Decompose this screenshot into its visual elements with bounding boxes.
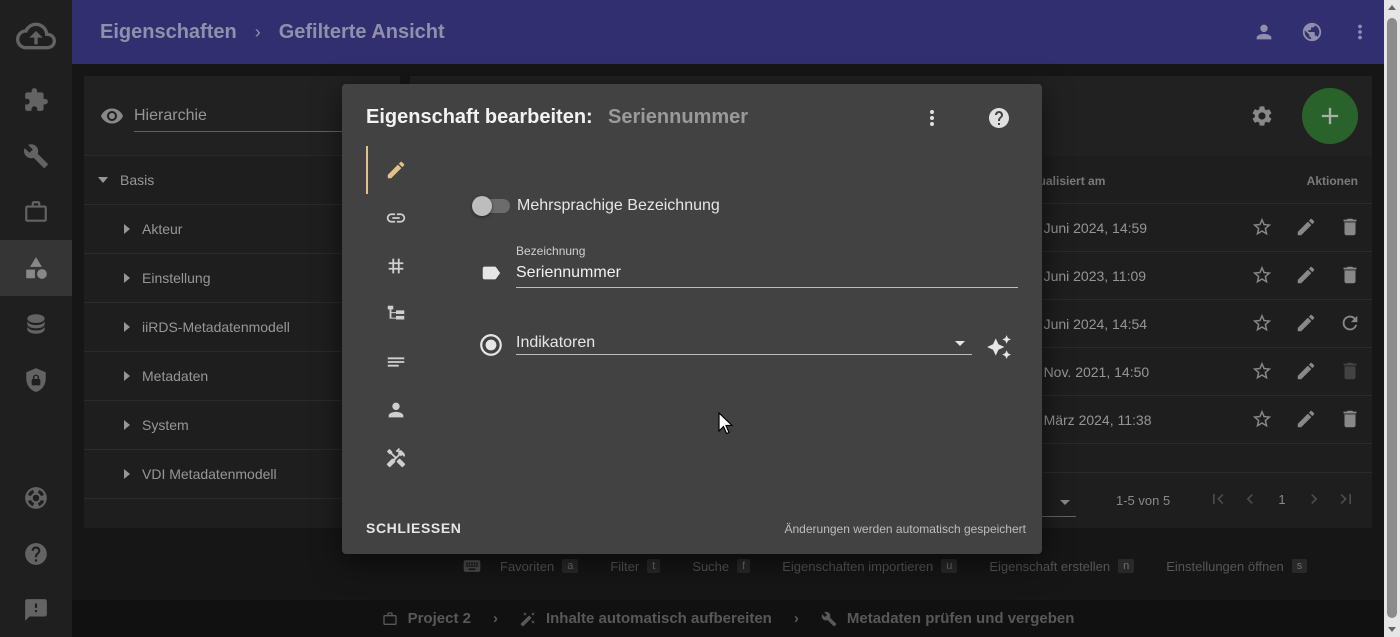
radio-checked-icon (478, 332, 504, 358)
toggle-knob (472, 196, 492, 216)
dialog-title: Eigenschaft bearbeiten: (366, 106, 593, 128)
help-icon[interactable] (987, 106, 1011, 130)
tab-description[interactable] (366, 338, 426, 386)
person-icon (385, 399, 407, 421)
autosave-hint: Änderungen werden automatisch gespeicher… (784, 522, 1027, 536)
hierarchy-icon (385, 303, 407, 325)
name-field-label: Bezeichnung (516, 244, 586, 258)
type-select-underline (516, 354, 972, 355)
link-icon (385, 207, 407, 229)
sparkle-icon[interactable] (986, 334, 1012, 360)
scroll-thumb[interactable] (1387, 18, 1397, 618)
type-select[interactable]: Indikatoren (516, 334, 595, 352)
more-vert-icon[interactable] (920, 106, 944, 130)
tab-links[interactable] (366, 194, 426, 242)
name-field-underline (516, 287, 1018, 288)
tab-advanced[interactable] (366, 434, 426, 482)
dialog-subtitle: Seriennummer (608, 106, 749, 128)
text-icon (385, 351, 407, 373)
tab-identifier[interactable] (366, 242, 426, 290)
multilingual-toggle-label[interactable]: Mehrsprachige Bezeichnung (517, 197, 720, 215)
edit-property-dialog: Eigenschaft bearbeiten: Seriennummer Meh… (342, 84, 1042, 554)
scroll-up-icon[interactable] (1388, 5, 1396, 10)
scroll-down-icon[interactable] (1388, 627, 1396, 632)
mouse-cursor-icon (718, 412, 734, 436)
tab-general[interactable] (366, 146, 426, 194)
page-scrollbar[interactable] (1384, 0, 1400, 637)
tab-users[interactable] (366, 386, 426, 434)
dialog-tab-rail (366, 146, 426, 482)
tools-icon (385, 447, 407, 469)
close-button[interactable]: SCHLIESSEN (366, 520, 461, 536)
tab-hierarchy[interactable] (366, 290, 426, 338)
name-field-input[interactable]: Seriennummer (516, 264, 621, 282)
pencil-icon (385, 159, 407, 181)
multilingual-toggle[interactable] (472, 196, 510, 216)
chevron-down-icon[interactable] (955, 341, 965, 346)
label-icon (480, 262, 502, 284)
hash-icon (385, 255, 407, 277)
